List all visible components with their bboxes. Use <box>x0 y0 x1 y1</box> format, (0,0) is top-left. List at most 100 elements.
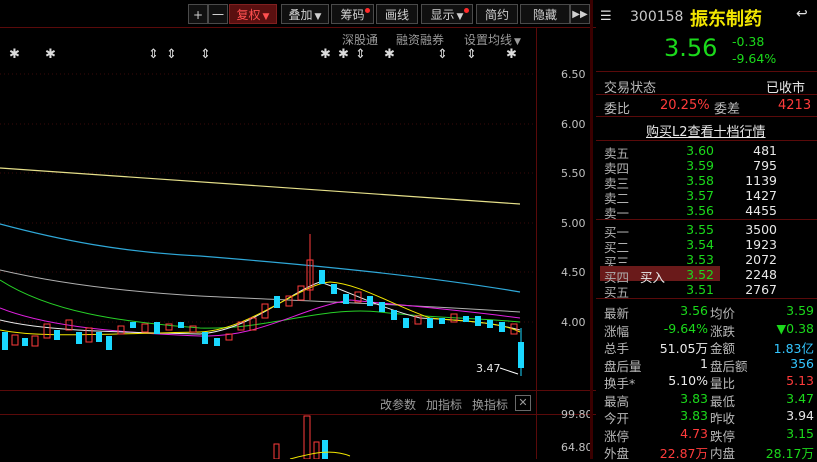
hide-button[interactable]: 隐藏 <box>520 4 570 24</box>
ma-line-blue <box>0 223 521 293</box>
weicha-value: 4213 <box>778 98 812 113</box>
stat-left: 涨幅 -9.64% <box>604 321 708 339</box>
stat-value: 28.17万 <box>765 446 814 461</box>
stat-label: 涨幅 <box>604 323 630 339</box>
caret-down-icon: ▼ <box>262 12 270 22</box>
stat-label: 最新 <box>604 306 630 321</box>
ask-row-2[interactable]: 卖二 3.57 1427 <box>604 188 814 206</box>
next-stock-icon[interactable]: ↩ <box>796 6 808 22</box>
separator <box>596 298 817 299</box>
ma-setting-link[interactable]: 设置均线 ▼ <box>464 31 521 48</box>
draw-line-button[interactable]: 画线 <box>376 4 418 24</box>
overlay-label: 叠加 <box>288 8 313 22</box>
stat-right: 最低 3.47 <box>710 390 814 409</box>
y-tick: 4.50 <box>561 266 586 279</box>
candles[interactable] <box>2 234 524 376</box>
ask-price: 3.60 <box>686 143 714 158</box>
bid-row-2[interactable]: 买二 3.54 1923 <box>604 237 814 255</box>
kline-chart-area[interactable]: + 一 复权 ▼ 叠加 ▼ 筹码 画线 显示 ▼ 简约 隐藏 ▶▶ 深股通 融资融券 … <box>0 0 596 459</box>
stat-right: 内盘 28.17万 <box>710 443 814 461</box>
stat-label: 涨停 <box>604 428 630 444</box>
lower-y-tick: 99.80 <box>561 408 593 421</box>
chips-label: 筹码 <box>340 8 365 22</box>
bid-row-4[interactable]: 买四 3.52 2248 <box>604 267 814 285</box>
bid-volume: 2767 <box>745 282 777 297</box>
l2-upgrade-link[interactable]: 购买L2查看十档行情 <box>646 121 766 140</box>
expand-icon[interactable]: ▶▶ <box>570 4 590 24</box>
ask-row-1[interactable]: 卖一 3.56 4455 <box>604 203 814 221</box>
switch-indicator-link[interactable]: 换指标 <box>472 396 508 413</box>
bid-row-3[interactable]: 买三 3.53 2072 <box>604 252 814 270</box>
display-label: 显示 <box>430 8 455 22</box>
separator <box>596 219 817 220</box>
weibi-value: 20.25% <box>660 98 710 113</box>
ask-volume: 1427 <box>745 188 777 203</box>
simple-button[interactable]: 简约 <box>476 4 518 24</box>
separator <box>596 116 817 117</box>
stat-label: 外盘 <box>604 446 630 461</box>
volume-svg[interactable] <box>0 414 536 459</box>
y-tick: 5.00 <box>561 217 586 230</box>
stat-value: 3.83 <box>680 408 708 423</box>
bid-volume: 3500 <box>745 222 777 237</box>
stat-left: 最新 3.56 <box>604 303 708 321</box>
ask-price: 3.58 <box>686 173 714 188</box>
stat-label: 内盘 <box>710 446 736 461</box>
y-tick: 6.50 <box>561 68 586 81</box>
stat-left: 外盘 22.87万 <box>604 443 708 461</box>
stat-left: 总手 51.05万 <box>604 338 708 356</box>
kline-svg[interactable] <box>0 60 536 390</box>
zoom-in-button[interactable]: + <box>188 4 208 24</box>
top-separator <box>0 27 596 28</box>
stock-code: 300158 <box>630 9 684 25</box>
zoom-out-button[interactable]: 一 <box>208 4 228 24</box>
bid-price: 3.53 <box>686 252 714 267</box>
stat-value: 3.59 <box>786 303 814 318</box>
stat-left: 最高 3.83 <box>604 390 708 409</box>
ask-row-5[interactable]: 卖五 3.60 481 <box>604 143 814 161</box>
chips-button[interactable]: 筹码 <box>331 4 374 24</box>
ask-volume: 481 <box>753 143 777 158</box>
y-tick: 5.50 <box>561 167 586 180</box>
display-button[interactable]: 显示 ▼ <box>421 4 473 24</box>
stat-right: 跌停 3.15 <box>710 425 814 444</box>
notification-dot-icon <box>365 8 370 13</box>
stat-label: 今开 <box>604 411 630 426</box>
ask-row-4[interactable]: 卖四 3.59 795 <box>604 158 814 176</box>
stat-left: 盘后量 1 <box>604 356 708 374</box>
shenguto-link[interactable]: 深股通 <box>342 31 378 48</box>
menu-icon[interactable]: ☰ <box>600 9 612 24</box>
ask-row-3[interactable]: 卖三 3.58 1139 <box>604 173 814 191</box>
price-change-pct: -9.64% <box>732 51 777 66</box>
separator <box>596 94 817 95</box>
stat-value: 3.47 <box>786 390 814 406</box>
fuquan-button[interactable]: 复权 ▼ <box>229 4 277 24</box>
stat-label: 盘后量 <box>604 358 642 374</box>
stat-left: 今开 3.83 <box>604 408 708 426</box>
panel-divider[interactable] <box>590 0 593 459</box>
stat-value: 3.83 <box>680 390 708 406</box>
stock-name: 振东制药 <box>690 9 762 30</box>
ask-price: 3.57 <box>686 188 714 203</box>
bid-price: 3.55 <box>686 222 714 237</box>
stat-label: 盘后额 <box>710 358 748 374</box>
bid-volume: 2248 <box>745 267 777 282</box>
stat-value: 1.83亿 <box>773 341 814 356</box>
change-params-link[interactable]: 改参数 <box>380 396 416 413</box>
stat-right: 量比 5.13 <box>710 373 814 391</box>
stat-value: 3.15 <box>786 425 814 441</box>
stat-left: 换手* 5.10% <box>604 373 708 391</box>
add-indicator-link[interactable]: 加指标 <box>426 396 462 413</box>
stat-right: 金额 1.83亿 <box>710 338 814 356</box>
stat-label: 换手* <box>604 376 636 391</box>
ask-price: 3.56 <box>686 203 714 218</box>
notification-dot-icon <box>464 8 469 13</box>
bid-row-1[interactable]: 买一 3.55 3500 <box>604 222 814 240</box>
overlay-button[interactable]: 叠加 ▼ <box>281 4 329 24</box>
stat-value: 3.56 <box>680 303 708 318</box>
margin-trading-link[interactable]: 融资融券 <box>396 31 444 48</box>
stat-label: 金额 <box>710 341 736 356</box>
close-icon[interactable]: ✕ <box>515 395 531 411</box>
bid-row-5[interactable]: 买五 3.51 2767 <box>604 282 814 300</box>
ask-price: 3.59 <box>686 158 714 173</box>
